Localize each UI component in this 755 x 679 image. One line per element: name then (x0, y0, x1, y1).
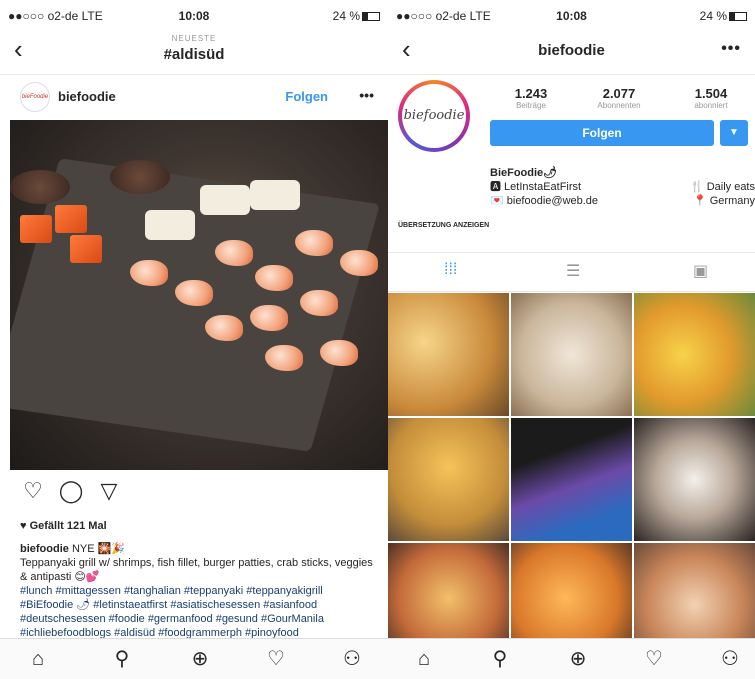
post-username[interactable]: biefoodie (58, 89, 116, 104)
patty (10, 170, 70, 204)
tagged-view-icon[interactable]: ▣ (693, 261, 708, 281)
status-bar: ●●○○○ o2-de LTE 10:08 24 % (388, 0, 755, 28)
likes-label: Gefällt 121 Mal (29, 520, 107, 532)
shrimp (295, 230, 333, 256)
battery-label: 24 % (699, 9, 727, 23)
grid-post[interactable] (388, 418, 509, 541)
profile-bio: BieFoodie🌶 🅰 LetInstaEatFirst 💌 biefoodi… (490, 166, 598, 208)
caption-head: NYE 🎇🎉 (71, 543, 126, 555)
salmon-piece (20, 215, 52, 243)
salmon-piece (55, 205, 87, 233)
grid-post[interactable] (511, 418, 632, 541)
shrimp (300, 290, 338, 316)
likes-count: ♥ Gefällt 121 Mal (20, 520, 107, 532)
post-photo[interactable] (10, 120, 388, 470)
shrimp (215, 240, 253, 266)
shrimp (320, 340, 358, 366)
fish-fillet (200, 185, 250, 215)
stat-label: Abonnenten (597, 101, 641, 110)
home-icon[interactable]: ⌂ (410, 645, 438, 673)
bio-name: BieFoodie🌶 (490, 167, 558, 179)
nav-subtitle: NEUESTE (171, 34, 217, 43)
bio-line: 🍴 Daily eats (689, 181, 755, 193)
grid-post[interactable] (511, 293, 632, 416)
profile-screen: ●●○○○ o2-de LTE 10:08 24 % ‹ biefoodie •… (388, 0, 755, 679)
hashtag-feed-screen: ●●○○○ o2-de LTE 10:08 24 % ‹ NEUESTE #al… (0, 0, 388, 679)
salmon-piece (70, 235, 102, 263)
search-icon[interactable]: ⚲ (108, 645, 136, 673)
battery-indicator: 24 % (700, 9, 747, 23)
shrimp (130, 260, 168, 286)
home-icon[interactable]: ⌂ (24, 645, 52, 673)
shrimp (175, 280, 213, 306)
caption-hashtags[interactable]: #lunch #mittagessen #tanghalian #teppany… (20, 585, 324, 639)
nav-bar: ‹ NEUESTE #aldisüd (0, 28, 388, 75)
battery-label: 24 % (332, 9, 360, 23)
bio-line: 🅰 LetInstaEatFirst (490, 181, 582, 193)
profile-avatar[interactable]: biefoodie (398, 80, 470, 152)
translate-link[interactable]: ÜBERSETZUNG ANZEIGEN (398, 222, 489, 229)
stat-label: abonniert (694, 101, 728, 110)
caption-text: Teppanyaki grill w/ shrimps, fish fillet… (20, 557, 373, 583)
more-options-icon[interactable]: ••• (721, 40, 741, 58)
page-title: biefoodie (538, 42, 605, 59)
post-grid (388, 293, 755, 666)
shrimp (250, 305, 288, 331)
caption-username[interactable]: biefoodie (20, 543, 69, 555)
view-tabs: ⁞⁞⁞ ☰ ▣ (388, 252, 755, 292)
search-icon[interactable]: ⚲ (486, 645, 514, 673)
grid-post[interactable] (634, 418, 755, 541)
grid-post[interactable] (388, 293, 509, 416)
post-actions: ♡ ◯ ▽ (0, 478, 388, 510)
stat-posts[interactable]: 1.243 Beiträge (496, 86, 566, 110)
follow-link[interactable]: Folgen (285, 89, 328, 104)
grid-post[interactable] (634, 293, 755, 416)
patty (110, 160, 170, 194)
comment-icon[interactable]: ◯ (58, 478, 84, 504)
stat-label: Beiträge (516, 101, 546, 110)
list-view-icon[interactable]: ☰ (566, 261, 580, 281)
status-bar: ●●○○○ o2-de LTE 10:08 24 % (0, 0, 388, 28)
shrimp (255, 265, 293, 291)
bottom-tab-bar: ⌂ ⚲ ⊕ ♡ ⚇ (0, 638, 388, 679)
add-post-icon[interactable]: ⊕ (186, 645, 214, 673)
like-heart-icon[interactable]: ♡ (20, 478, 46, 504)
stat-following[interactable]: 1.504 abonniert (676, 86, 746, 110)
battery-icon (362, 12, 380, 22)
nav-bar: ‹ biefoodie ••• (388, 28, 755, 75)
fish-fillet (250, 180, 300, 210)
add-post-icon[interactable]: ⊕ (564, 645, 592, 673)
shrimp (205, 315, 243, 341)
activity-heart-icon[interactable]: ♡ (640, 645, 668, 673)
shrimp (340, 250, 378, 276)
avatar[interactable]: bieFoodie (20, 82, 50, 112)
profile-icon[interactable]: ⚇ (716, 645, 744, 673)
profile-bio-right: 🍴 Daily eats 📍 Germany (690, 180, 755, 208)
share-icon[interactable]: ▽ (96, 478, 122, 504)
post-header: bieFoodie biefoodie Folgen ••• (0, 78, 388, 116)
activity-heart-icon[interactable]: ♡ (262, 645, 290, 673)
stat-followers[interactable]: 2.077 Abonnenten (584, 86, 654, 110)
bio-email[interactable]: 💌 biefoodie@web.de (490, 195, 598, 207)
clock: 10:08 (178, 9, 210, 23)
bottom-tab-bar: ⌂ ⚲ ⊕ ♡ ⚇ (388, 638, 755, 679)
bio-location: 📍 Germany (693, 195, 755, 207)
post-caption: biefoodie NYE 🎇🎉 Teppanyaki grill w/ shr… (20, 542, 374, 640)
battery-icon (729, 12, 747, 22)
chevron-down-icon[interactable]: ▼ (720, 120, 748, 146)
battery-indicator: 24 % (333, 9, 380, 23)
stat-number: 2.077 (602, 86, 636, 101)
page-title: #aldisüd (163, 46, 225, 63)
stat-number: 1.504 (694, 86, 728, 101)
profile-logo: biefoodie (402, 84, 466, 148)
grid-view-icon[interactable]: ⁞⁞⁞ (444, 261, 457, 279)
more-options-icon[interactable]: ••• (359, 87, 374, 103)
profile-icon[interactable]: ⚇ (338, 645, 366, 673)
fish-fillet (145, 210, 195, 240)
shrimp (265, 345, 303, 371)
stat-number: 1.243 (514, 86, 548, 101)
follow-button[interactable]: Folgen (490, 120, 714, 146)
